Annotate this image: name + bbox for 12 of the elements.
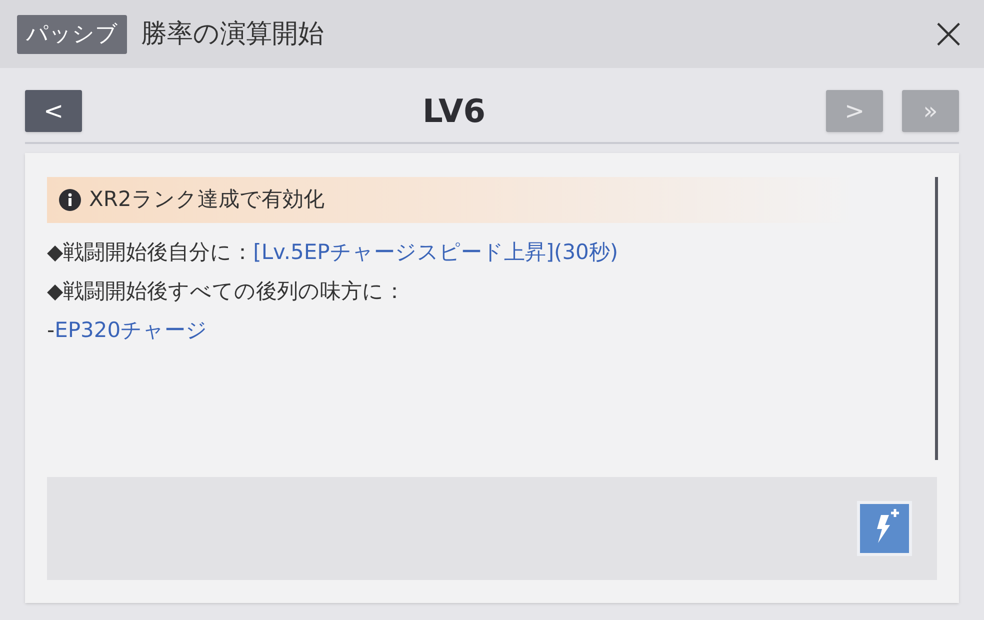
skill-title: 勝率の演算開始 [141, 18, 325, 50]
level-label: LV6 [421, 91, 486, 132]
effect-text: ◆戦闘開始後自分に：[Lv.5EPチャージスピード上昇](30秒) [47, 239, 618, 266]
scrollbar[interactable] [935, 177, 938, 460]
info-icon [59, 189, 81, 211]
previous-level-button[interactable]: < [25, 90, 82, 132]
effect-text: ◆戦闘開始後すべての後列の味方に： [47, 278, 406, 305]
notice-text: XR2ランク達成で有効化 [89, 186, 324, 214]
passive-badge: パッシブ [17, 14, 127, 54]
close-button[interactable]: × [930, 12, 967, 56]
effect-text: -EP320チャージ [47, 317, 208, 344]
lightning-plus-icon[interactable] [857, 501, 912, 556]
